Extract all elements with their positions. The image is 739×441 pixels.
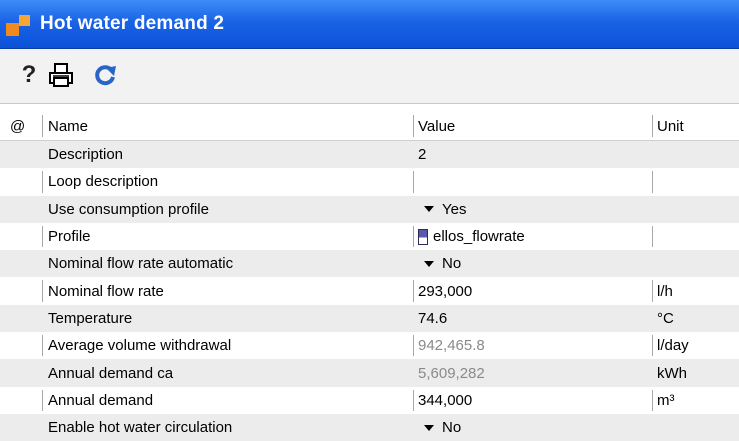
cell-divider	[42, 171, 43, 193]
dropdown-value: Yes	[442, 200, 467, 218]
cell-divider	[42, 335, 43, 357]
property-value-input[interactable]: 344,000	[414, 387, 652, 414]
column-divider[interactable]	[42, 115, 43, 137]
property-value[interactable]: 74.6	[414, 305, 652, 332]
property-dropdown[interactable]: Yes	[414, 196, 652, 223]
profile-selector[interactable]: ellos_flowrate	[414, 223, 652, 250]
property-value-readonly: 5,609,282	[418, 364, 485, 382]
window-title: Hot water demand 2	[40, 13, 225, 34]
property-name: Nominal flow rate automatic	[48, 255, 234, 273]
property-name: Annual demand	[48, 391, 154, 409]
table-row[interactable]: Average volume withdrawal 942,465.8 l/da…	[0, 332, 739, 359]
title-bar: Hot water demand 2	[0, 0, 739, 49]
property-name: Nominal flow rate	[48, 282, 164, 300]
property-unit	[653, 223, 739, 250]
unit-column-header[interactable]: Unit	[653, 112, 739, 140]
dropdown-arrow-icon	[424, 424, 434, 431]
table-row[interactable]: Loop description	[0, 168, 739, 195]
property-dropdown[interactable]: No	[414, 250, 652, 277]
property-value[interactable]: 2	[414, 141, 652, 168]
property-grid: @ Name Value Unit Description 2 Loop des…	[0, 112, 739, 441]
property-value-input[interactable]	[414, 168, 652, 195]
grid-header: @ Name Value Unit	[0, 112, 739, 141]
cell-divider	[42, 280, 43, 302]
print-button[interactable]	[44, 59, 78, 91]
property-unit: °C	[657, 309, 674, 327]
dropdown-value: No	[442, 419, 462, 437]
table-row[interactable]: Nominal flow rate automatic No	[0, 250, 739, 278]
name-column-header[interactable]: Name	[44, 112, 413, 140]
refresh-button[interactable]	[88, 59, 122, 91]
property-unit: l/h	[657, 282, 673, 300]
property-unit	[653, 196, 739, 223]
property-value-readonly: 942,465.8	[418, 337, 485, 355]
table-row[interactable]: Profile ellos_flowrate	[0, 223, 739, 250]
at-column-header[interactable]: @	[10, 112, 32, 140]
property-name: Loop description	[48, 173, 159, 191]
cell-divider	[42, 389, 43, 411]
cell-divider	[42, 225, 43, 248]
dropdown-arrow-icon	[424, 206, 434, 213]
property-unit: kWh	[657, 364, 687, 382]
property-name: Use consumption profile	[48, 200, 209, 218]
table-row[interactable]: Description 2	[0, 141, 739, 169]
property-name: Description	[48, 146, 124, 164]
toolbar: ?	[0, 49, 739, 104]
profile-name: ellos_flowrate	[433, 228, 525, 246]
property-unit	[653, 168, 739, 195]
table-row[interactable]: Nominal flow rate 293,000 l/h	[0, 277, 739, 304]
table-row[interactable]: Use consumption profile Yes	[0, 195, 739, 223]
property-unit	[653, 250, 739, 277]
dropdown-arrow-icon	[424, 260, 434, 267]
property-name: Temperature	[48, 309, 133, 327]
profile-icon	[418, 228, 428, 245]
help-button[interactable]: ?	[18, 59, 40, 91]
table-row[interactable]: Temperature 74.6 °C	[0, 304, 739, 333]
property-value-input[interactable]: 293,000	[414, 277, 652, 304]
property-unit: m³	[657, 391, 675, 409]
print-icon	[49, 63, 73, 87]
value-column-header[interactable]: Value	[414, 112, 652, 140]
app-icon	[6, 15, 34, 37]
dropdown-value: No	[442, 255, 462, 273]
refresh-icon	[95, 65, 116, 86]
help-icon: ?	[21, 61, 37, 88]
table-row[interactable]: Annual demand 344,000 m³	[0, 387, 739, 414]
property-unit	[653, 141, 739, 168]
property-name: Profile	[48, 228, 91, 246]
property-unit: l/day	[657, 337, 689, 355]
property-name: Average volume withdrawal	[48, 337, 232, 355]
table-row[interactable]: Annual demand ca 5,609,282 kWh	[0, 359, 739, 387]
property-name: Annual demand ca	[48, 364, 174, 382]
